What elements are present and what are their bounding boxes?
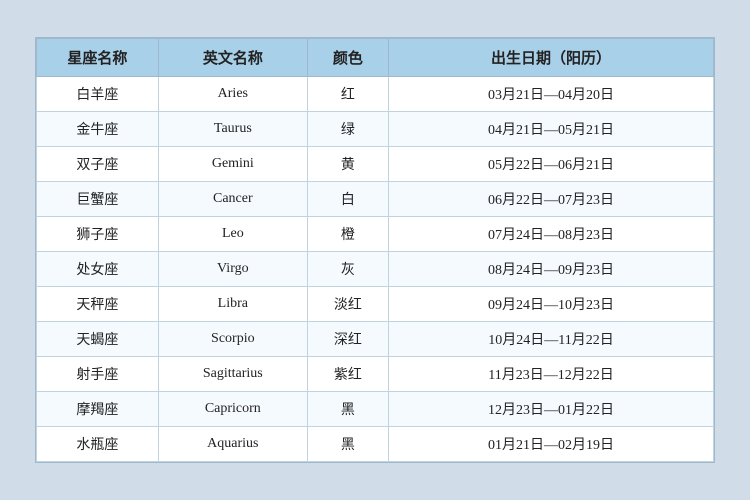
table-row: 射手座Sagittarius紫红11月23日—12月22日 [37, 357, 714, 392]
cell-en-name: Sagittarius [158, 357, 307, 392]
cell-color: 白 [307, 182, 388, 217]
cell-color: 紫红 [307, 357, 388, 392]
header-color: 颜色 [307, 39, 388, 77]
cell-en-name: Virgo [158, 252, 307, 287]
cell-date: 12月23日—01月22日 [389, 392, 714, 427]
cell-date: 08月24日—09月23日 [389, 252, 714, 287]
cell-cn-name: 狮子座 [37, 217, 159, 252]
cell-cn-name: 水瓶座 [37, 427, 159, 462]
cell-date: 10月24日—11月22日 [389, 322, 714, 357]
zodiac-table: 星座名称 英文名称 颜色 出生日期（阳历） 白羊座Aries红03月21日—04… [36, 38, 714, 462]
cell-date: 11月23日—12月22日 [389, 357, 714, 392]
cell-en-name: Gemini [158, 147, 307, 182]
table-header-row: 星座名称 英文名称 颜色 出生日期（阳历） [37, 39, 714, 77]
cell-color: 绿 [307, 112, 388, 147]
cell-date: 01月21日—02月19日 [389, 427, 714, 462]
cell-color: 红 [307, 77, 388, 112]
cell-cn-name: 白羊座 [37, 77, 159, 112]
cell-cn-name: 天秤座 [37, 287, 159, 322]
cell-cn-name: 摩羯座 [37, 392, 159, 427]
cell-color: 黑 [307, 392, 388, 427]
cell-cn-name: 巨蟹座 [37, 182, 159, 217]
cell-date: 07月24日—08月23日 [389, 217, 714, 252]
table-row: 处女座Virgo灰08月24日—09月23日 [37, 252, 714, 287]
cell-color: 灰 [307, 252, 388, 287]
table-row: 天秤座Libra淡红09月24日—10月23日 [37, 287, 714, 322]
cell-en-name: Aries [158, 77, 307, 112]
cell-en-name: Cancer [158, 182, 307, 217]
header-cn-name: 星座名称 [37, 39, 159, 77]
table-row: 狮子座Leo橙07月24日—08月23日 [37, 217, 714, 252]
cell-en-name: Leo [158, 217, 307, 252]
cell-date: 04月21日—05月21日 [389, 112, 714, 147]
cell-color: 橙 [307, 217, 388, 252]
cell-cn-name: 处女座 [37, 252, 159, 287]
header-date: 出生日期（阳历） [389, 39, 714, 77]
cell-date: 09月24日—10月23日 [389, 287, 714, 322]
table-row: 双子座Gemini黄05月22日—06月21日 [37, 147, 714, 182]
zodiac-table-container: 星座名称 英文名称 颜色 出生日期（阳历） 白羊座Aries红03月21日—04… [35, 37, 715, 463]
table-row: 天蝎座Scorpio深红10月24日—11月22日 [37, 322, 714, 357]
cell-en-name: Libra [158, 287, 307, 322]
cell-en-name: Taurus [158, 112, 307, 147]
table-body: 白羊座Aries红03月21日—04月20日金牛座Taurus绿04月21日—0… [37, 77, 714, 462]
cell-color: 黑 [307, 427, 388, 462]
cell-date: 06月22日—07月23日 [389, 182, 714, 217]
cell-cn-name: 射手座 [37, 357, 159, 392]
cell-date: 03月21日—04月20日 [389, 77, 714, 112]
table-row: 金牛座Taurus绿04月21日—05月21日 [37, 112, 714, 147]
header-en-name: 英文名称 [158, 39, 307, 77]
table-row: 巨蟹座Cancer白06月22日—07月23日 [37, 182, 714, 217]
cell-color: 淡红 [307, 287, 388, 322]
cell-cn-name: 天蝎座 [37, 322, 159, 357]
cell-color: 深红 [307, 322, 388, 357]
cell-en-name: Scorpio [158, 322, 307, 357]
table-row: 摩羯座Capricorn黑12月23日—01月22日 [37, 392, 714, 427]
cell-en-name: Aquarius [158, 427, 307, 462]
table-row: 白羊座Aries红03月21日—04月20日 [37, 77, 714, 112]
cell-date: 05月22日—06月21日 [389, 147, 714, 182]
cell-color: 黄 [307, 147, 388, 182]
table-row: 水瓶座Aquarius黑01月21日—02月19日 [37, 427, 714, 462]
cell-en-name: Capricorn [158, 392, 307, 427]
cell-cn-name: 双子座 [37, 147, 159, 182]
cell-cn-name: 金牛座 [37, 112, 159, 147]
